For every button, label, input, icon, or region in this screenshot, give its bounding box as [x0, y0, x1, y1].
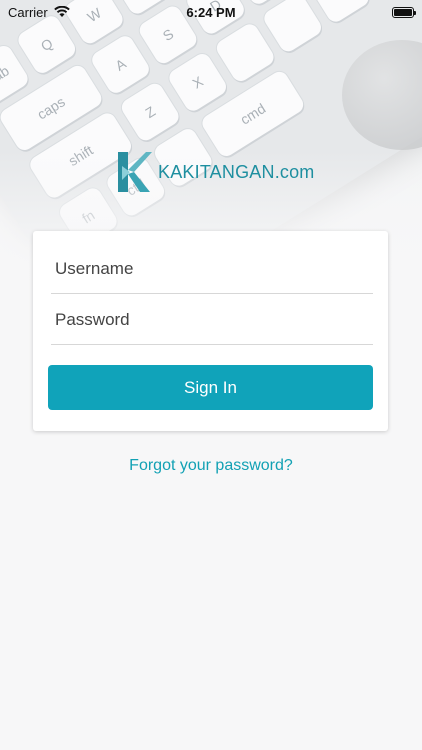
login-card: Sign In — [33, 231, 388, 431]
clock: 6:24 PM — [186, 4, 236, 20]
k-logo-icon — [118, 152, 152, 192]
username-input[interactable] — [51, 244, 373, 294]
sign-in-button[interactable]: Sign In — [48, 365, 373, 410]
forgot-password-link[interactable]: Forgot your password? — [0, 457, 422, 475]
status-bar: Carrier 6:24 PM — [0, 0, 422, 24]
brand-logo: KAKITANGAN.com — [116, 150, 315, 194]
password-input[interactable] — [51, 295, 373, 345]
battery-icon — [392, 6, 416, 18]
brand-name: KAKITANGAN.com — [158, 161, 315, 182]
